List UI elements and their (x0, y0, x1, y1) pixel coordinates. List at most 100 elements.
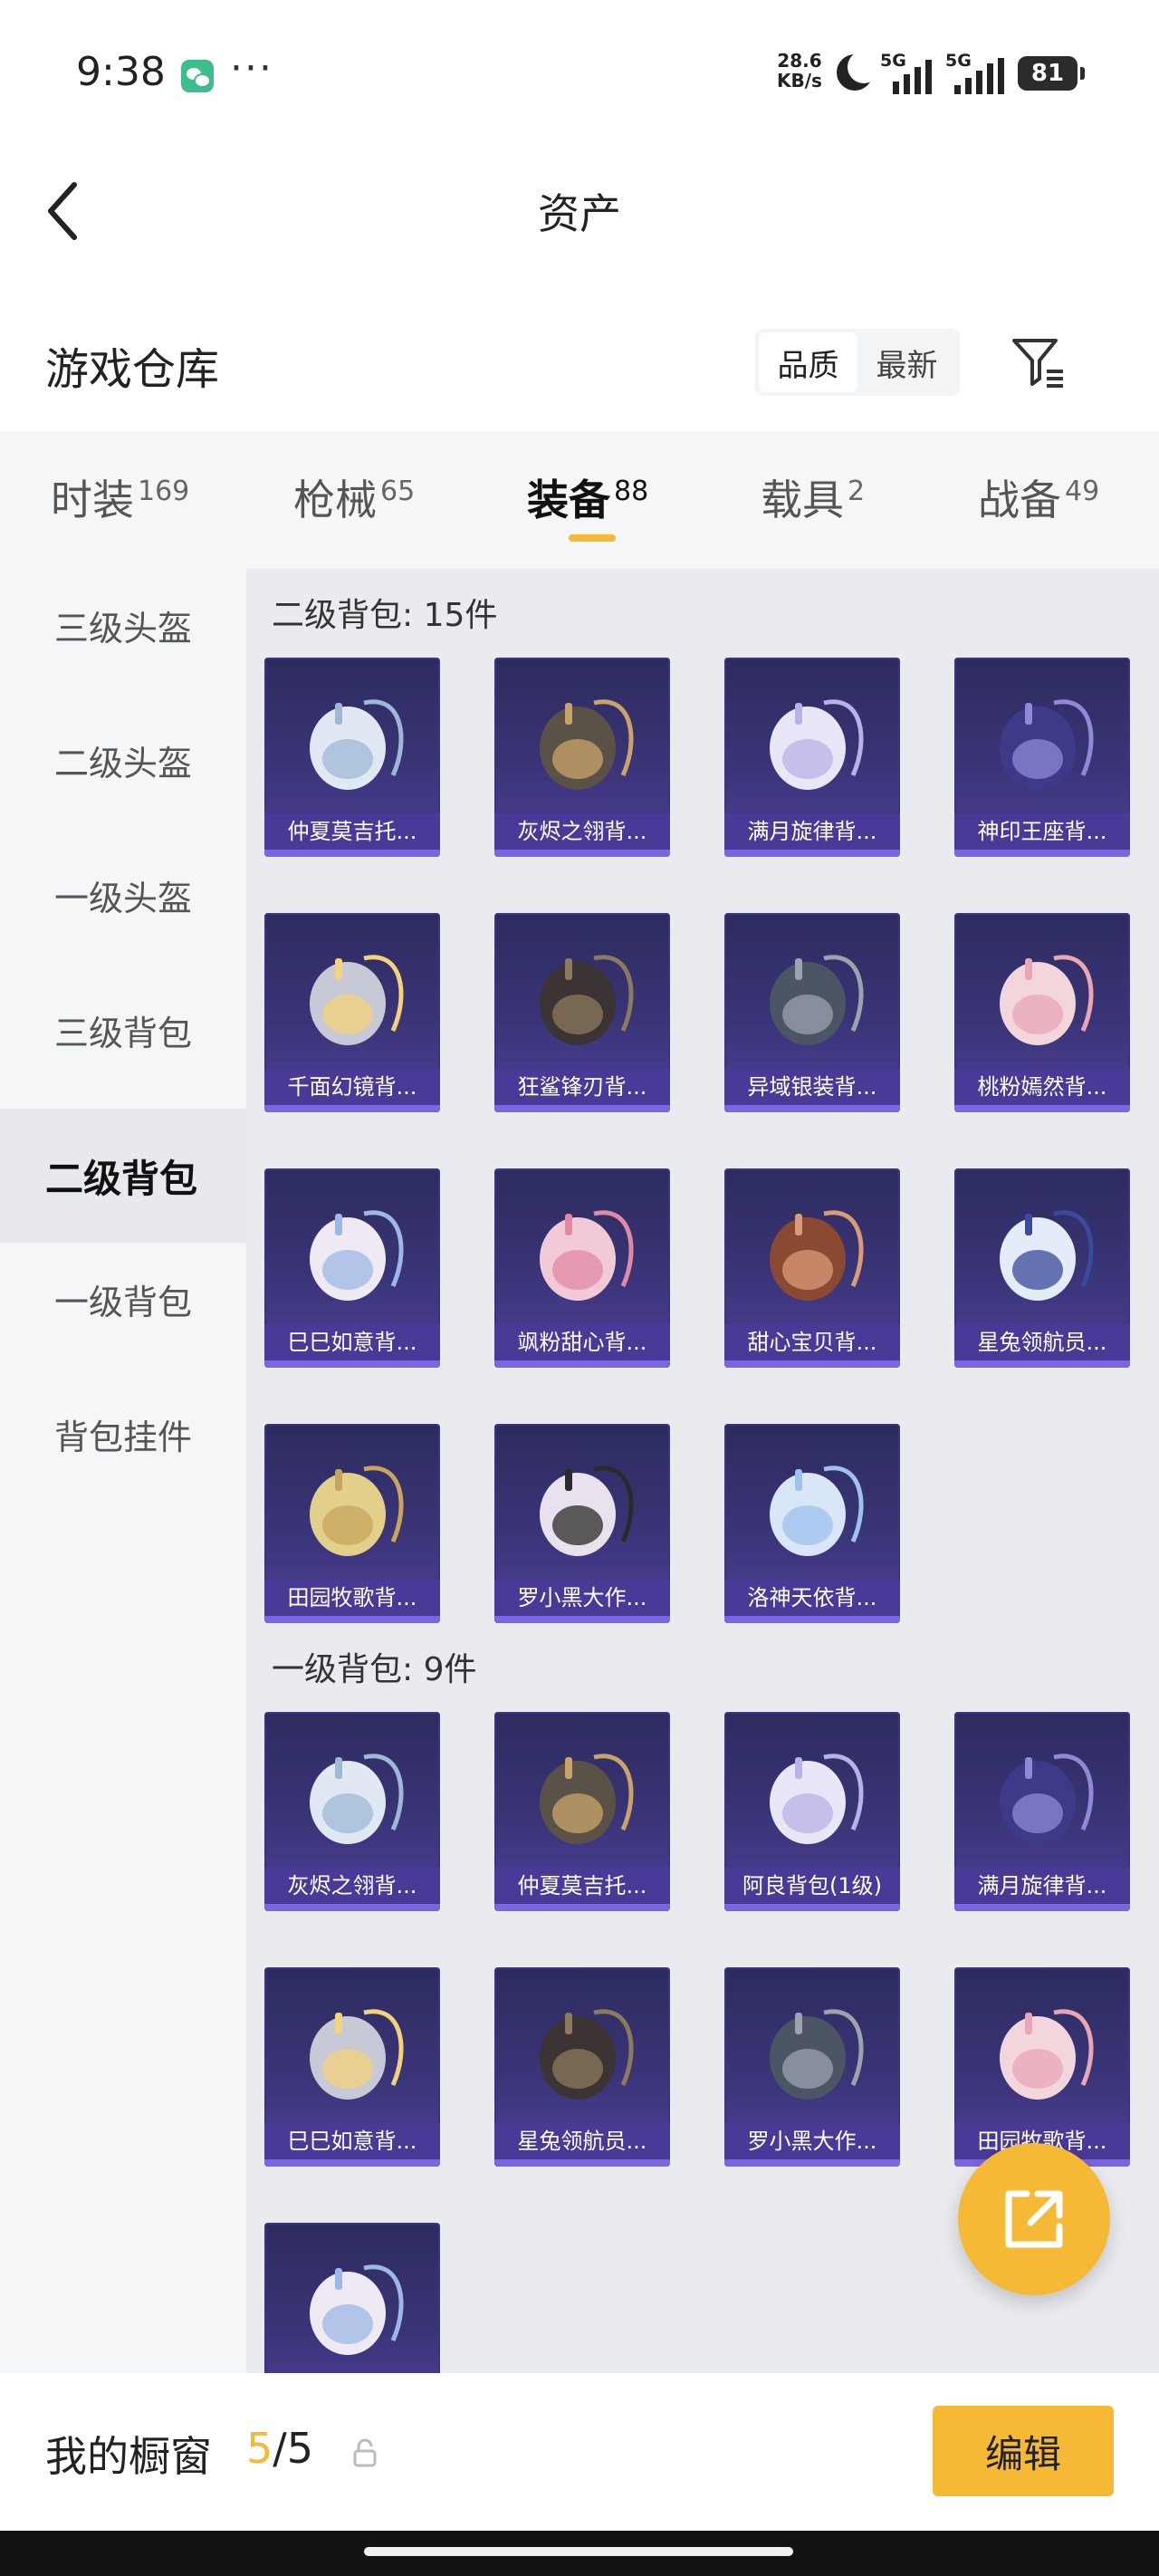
backpack-icon (770, 1466, 864, 1556)
item-name: 巳巳如意背... (264, 2123, 440, 2159)
item-name: 星兔领航员... (494, 2123, 670, 2159)
backpack-item-card[interactable]: 桃粉嫣然背... (954, 913, 1130, 1112)
tab-fashion[interactable]: 时装 169 (51, 467, 189, 527)
sort-by-newest-button[interactable]: 最新 (857, 332, 956, 392)
item-name: 桃粉嫣然背... (954, 1069, 1130, 1105)
backpack-item-card[interactable] (264, 2223, 440, 2373)
backpack-item-card[interactable]: 田园牧歌背... (264, 1424, 440, 1623)
backpack-icon (310, 2264, 404, 2355)
signal-sim2-icon: 5G (945, 51, 1009, 94)
backpack-item-card[interactable]: 异域银装背... (724, 913, 900, 1112)
backpack-item-card[interactable]: 阿良背包(1级) (724, 1712, 900, 1911)
backpack-icon (540, 1210, 634, 1301)
item-name: 罗小黑大作... (724, 2123, 900, 2159)
more-notifications-icon: ··· (230, 45, 273, 91)
tab-label: 时装 (51, 476, 134, 524)
backpack-item-card[interactable]: 巳巳如意背... (264, 1967, 440, 2167)
status-time: 9:38 (76, 49, 166, 95)
backpack-item-card[interactable]: 灰烬之翎背... (494, 658, 670, 857)
backpack-item-card[interactable]: 甜心宝贝背... (724, 1168, 900, 1368)
share-button[interactable] (958, 2143, 1110, 2295)
item-name: 田园牧歌背... (264, 1580, 440, 1616)
backpack-item-card[interactable]: 狂鲨锋刃背... (494, 913, 670, 1112)
filter-button[interactable] (1009, 332, 1068, 391)
sim2-network-label: 5G (945, 51, 972, 71)
tab-count: 169 (138, 475, 190, 507)
section-title-level2-backpack: 二级背包: 15件 (272, 597, 498, 634)
item-name: 灰烬之翎背... (264, 1868, 440, 1904)
tab-equipment[interactable]: 装备 88 (527, 467, 648, 527)
item-name: 灰烬之翎背... (494, 813, 670, 850)
sidebar: 三级头盔 二级头盔 一级头盔 三级背包 二级背包 一级背包 背包挂件 (0, 569, 246, 2373)
lock-icon (351, 2438, 378, 2467)
backpack-item-card[interactable]: 星兔领航员... (954, 1168, 1130, 1368)
backpack-item-card[interactable]: 罗小黑大作... (724, 1967, 900, 2167)
backpack-item-card[interactable]: 仲夏莫吉托... (494, 1712, 670, 1911)
backpack-icon (770, 955, 864, 1045)
item-name: 神印王座背... (954, 813, 1130, 850)
item-name: 仲夏莫吉托... (264, 813, 440, 850)
backpack-item-card[interactable]: 灰烬之翎背... (264, 1712, 440, 1911)
item-name: 满月旋律背... (724, 813, 900, 850)
tab-war-supplies[interactable]: 战备 49 (978, 467, 1099, 527)
status-bar: 9:38 ··· 28.6 KB/s 5G 5G 81 (0, 0, 1159, 145)
bottom-bar: 我的橱窗 5/5 编辑 (0, 2373, 1159, 2531)
edit-button[interactable]: 编辑 (933, 2406, 1114, 2496)
item-name: 阿良背包(1级) (724, 1868, 900, 1904)
backpack-icon (540, 1466, 634, 1556)
home-indicator[interactable] (364, 2547, 793, 2556)
sidebar-item-level2-helmet[interactable]: 二级头盔 (0, 693, 246, 827)
tab-vehicles[interactable]: 载具 2 (761, 467, 865, 527)
backpack-item-card[interactable]: 满月旋律背... (954, 1712, 1130, 1911)
item-name: 洛神天依背... (724, 1580, 900, 1616)
backpack-item-card[interactable]: 飒粉甜心背... (494, 1168, 670, 1368)
sidebar-item-backpack-pendant[interactable]: 背包挂件 (0, 1367, 246, 1501)
tab-label: 战备 (978, 476, 1061, 524)
sim1-network-label: 5G (880, 51, 906, 71)
backpack-icon (770, 2009, 864, 2100)
backpack-icon (540, 2009, 634, 2100)
sidebar-item-level3-helmet[interactable]: 三级头盔 (0, 558, 246, 692)
network-speed-unit: KB/s (777, 70, 822, 91)
backpack-item-card[interactable]: 仲夏莫吉托... (264, 658, 440, 857)
backpack-icon (540, 699, 634, 790)
sidebar-item-level1-helmet[interactable]: 一级头盔 (0, 828, 246, 962)
share-external-icon (1005, 2190, 1063, 2248)
sidebar-item-level2-backpack[interactable]: 二级背包 (0, 1109, 246, 1243)
filter-icon (1012, 339, 1063, 388)
sidebar-item-level1-backpack[interactable]: 一级背包 (0, 1232, 246, 1366)
backpack-item-card[interactable]: 巳巳如意背... (264, 1168, 440, 1368)
backpack-item-card[interactable]: 罗小黑大作... (494, 1424, 670, 1623)
backpack-item-card[interactable]: 千面幻镜背... (264, 913, 440, 1112)
network-speed-value: 28.6 (777, 50, 822, 72)
wechat-icon (181, 60, 214, 92)
backpack-item-card[interactable]: 神印王座背... (954, 658, 1130, 857)
backpack-item-card[interactable]: 星兔领航员... (494, 1967, 670, 2167)
tab-count: 88 (614, 475, 649, 507)
warehouse-title: 游戏仓库 (45, 344, 220, 395)
backpack-item-card[interactable]: 洛神天依背... (724, 1424, 900, 1623)
sort-by-quality-button[interactable]: 品质 (759, 332, 857, 392)
backpack-icon (1000, 1210, 1094, 1301)
system-nav-bar (0, 2531, 1159, 2576)
section-title-level1-backpack: 一级背包: 9件 (272, 1651, 477, 1688)
backpack-icon (310, 1210, 404, 1301)
backpack-icon (310, 1466, 404, 1556)
battery-icon: 81 (1018, 56, 1085, 91)
backpack-icon (310, 2009, 404, 2100)
sort-toggle: 品质 最新 (755, 329, 960, 396)
page-title: 资产 (538, 189, 621, 238)
backpack-icon (1000, 699, 1094, 790)
showcase-count: 5/5 (246, 2424, 313, 2473)
item-name: 狂鲨锋刃背... (494, 1069, 670, 1105)
item-name: 甜心宝贝背... (724, 1324, 900, 1360)
backpack-item-card[interactable]: 田园牧歌背... (954, 1967, 1130, 2167)
sidebar-item-level3-backpack[interactable]: 三级背包 (0, 963, 246, 1097)
backpack-icon (540, 1754, 634, 1844)
showcase-current: 5 (246, 2424, 273, 2473)
tab-count: 49 (1065, 475, 1100, 507)
backpack-item-card[interactable]: 满月旋律背... (724, 658, 900, 857)
tab-firearms[interactable]: 枪械 65 (293, 467, 415, 527)
item-name: 罗小黑大作... (494, 1580, 670, 1616)
backpack-icon (310, 699, 404, 790)
